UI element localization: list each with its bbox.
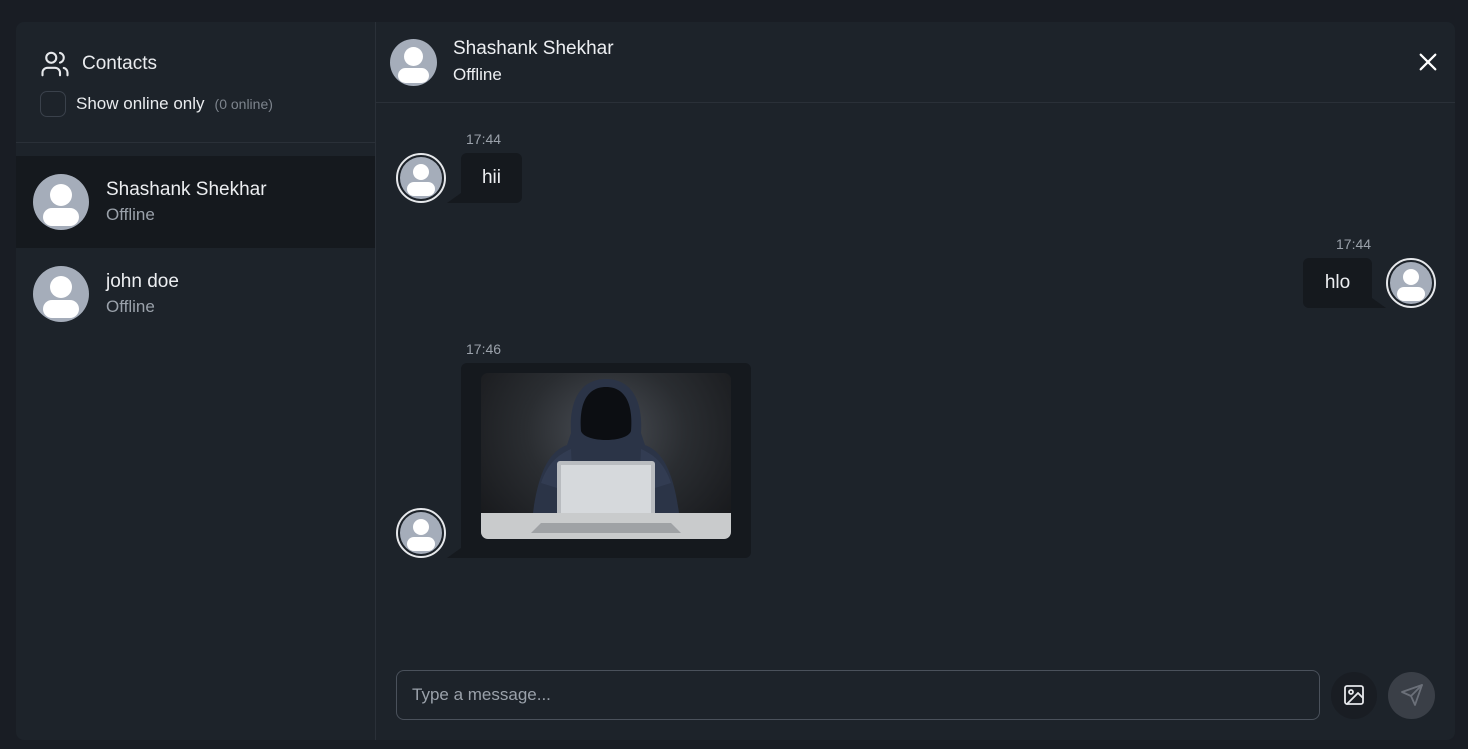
send-icon: [1400, 684, 1423, 706]
contact-item-john-doe[interactable]: john doe Offline: [16, 248, 375, 340]
contact-list: Shashank Shekhar Offline john doe Offlin…: [16, 143, 375, 340]
contacts-heading: Contacts: [40, 49, 351, 79]
chat-contact-name: Shashank Shekhar: [453, 38, 614, 59]
message-avatar: [396, 153, 446, 203]
contact-item-shashank-shekhar[interactable]: Shashank Shekhar Offline: [16, 156, 375, 248]
image-message-bubble: [461, 363, 751, 558]
close-icon[interactable]: [1417, 51, 1439, 73]
message-time: 17:46: [466, 341, 502, 357]
show-online-label[interactable]: Show online only: [76, 94, 205, 114]
message-text: hii: [481, 167, 501, 188]
attach-image-button[interactable]: [1330, 671, 1378, 719]
contact-name: Shashank Shekhar: [106, 179, 267, 200]
online-filter: Show online only (0 online): [40, 91, 351, 117]
contacts-title: Contacts: [82, 53, 157, 74]
online-count: (0 online): [214, 96, 273, 112]
send-button[interactable]: [1388, 671, 1435, 719]
chat-panel: Shashank Shekhar Offline 17:44 hii 17:44…: [376, 22, 1455, 740]
chat-app: Contacts Show online only (0 online) Sha…: [16, 22, 1455, 740]
contact-name: john doe: [106, 271, 179, 292]
message-time: 17:44: [1336, 236, 1372, 252]
contact-status: Offline: [106, 297, 155, 316]
message-avatar: [1386, 258, 1436, 308]
users-icon: [41, 51, 69, 77]
show-online-checkbox[interactable]: [40, 91, 66, 117]
message-list: 17:44 hii 17:44 hlo 17:46: [376, 103, 1455, 660]
message-input[interactable]: [396, 670, 1320, 720]
contact-status: Offline: [106, 205, 155, 224]
message-bubble: hii: [461, 153, 522, 203]
avatar: [33, 266, 89, 322]
message-bubble: hlo: [1303, 258, 1372, 308]
chat-header-avatar: [390, 38, 437, 86]
message-composer: [396, 670, 1435, 720]
hacker-laptop-image[interactable]: [481, 373, 731, 539]
message-text: hlo: [1324, 272, 1351, 293]
avatar: [33, 174, 89, 230]
contacts-sidebar: Contacts Show online only (0 online) Sha…: [16, 22, 376, 740]
image-icon: [1344, 685, 1364, 705]
chat-header: Shashank Shekhar Offline: [376, 22, 1455, 103]
chat-contact-status: Offline: [453, 65, 502, 84]
message-time: 17:44: [466, 131, 502, 147]
sidebar-header: Contacts Show online only (0 online): [16, 22, 375, 143]
message-avatar: [396, 508, 446, 558]
